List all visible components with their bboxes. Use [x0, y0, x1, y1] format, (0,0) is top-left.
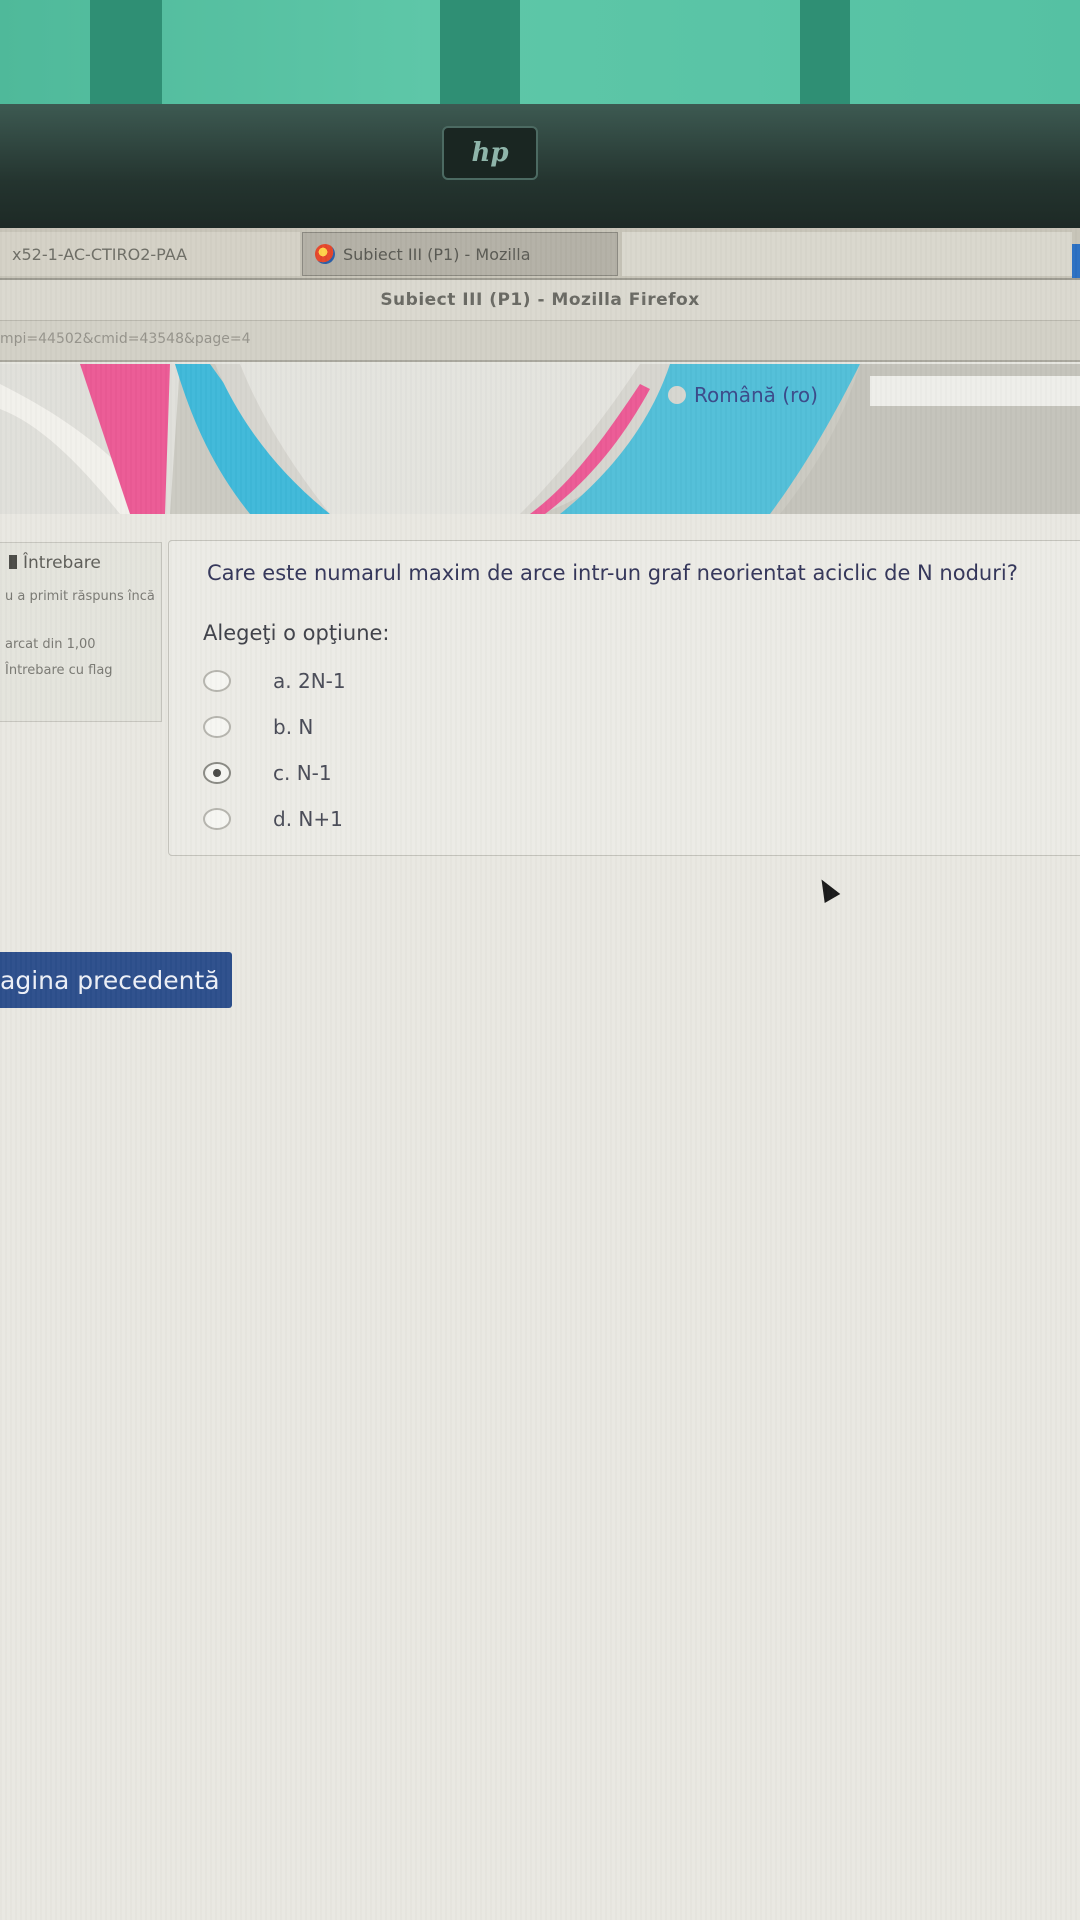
question-text: Care este numarul maxim de arce intr-un … — [207, 561, 1018, 585]
language-dot-icon — [668, 386, 686, 404]
question-status: u a primit răspuns încă — [5, 589, 155, 604]
monitor-bezel — [0, 104, 1080, 234]
page-content: Întrebare u a primit răspuns încă arcat … — [0, 514, 1080, 1920]
browser-tab-bar: x52-1-AC-CTIRO2-PAA Subiect III (P1) - M… — [0, 228, 1080, 280]
tab-label: x52-1-AC-CTIRO2-PAA — [12, 244, 188, 264]
choose-option-prompt: Alegeţi o opţiune: — [203, 621, 390, 645]
previous-page-button[interactable]: agina precedentă — [0, 952, 232, 1008]
site-header-banner: Română (ro) — [0, 364, 1080, 514]
flag-icon — [9, 555, 17, 569]
answer-option-d[interactable]: d. N+1 — [203, 801, 343, 837]
tab-label: Subiect III (P1) - Mozilla — [343, 244, 531, 264]
option-label: d. N+1 — [273, 807, 343, 831]
question-info-panel: Întrebare u a primit răspuns încă arcat … — [0, 542, 162, 722]
radio-button[interactable] — [203, 808, 231, 830]
question-box: Care este numarul maxim de arce intr-un … — [168, 540, 1080, 856]
browser-tab-1[interactable]: x52-1-AC-CTIRO2-PAA — [0, 232, 300, 276]
option-label: b. N — [273, 715, 314, 739]
wall-beam — [90, 0, 162, 118]
question-info-title: Întrebare — [23, 553, 101, 573]
question-info-heading: Întrebare — [9, 553, 101, 573]
radio-button[interactable] — [203, 716, 231, 738]
radio-dot — [213, 769, 221, 777]
option-label: a. 2N-1 — [273, 669, 346, 693]
firefox-icon — [315, 244, 335, 264]
window-title: Subiect III (P1) - Mozilla Firefox — [0, 280, 1080, 320]
answer-option-c[interactable]: c. N-1 — [203, 755, 332, 791]
photo-stage: hp x52-1-AC-CTIRO2-PAA Subiect III (P1) … — [0, 0, 1080, 1920]
hp-logo: hp — [442, 126, 538, 180]
window-edge — [1072, 244, 1080, 278]
option-label: c. N-1 — [273, 761, 332, 785]
wall-beam — [800, 0, 850, 118]
browser-tab-empty[interactable] — [622, 232, 1072, 276]
flag-question-link[interactable]: Întrebare cu flag — [5, 663, 155, 679]
url-text: mpi=44502&cmid=43548&page=4 — [0, 331, 251, 347]
answer-option-b[interactable]: b. N — [203, 709, 313, 745]
radio-button-selected[interactable] — [203, 762, 231, 784]
header-strip — [870, 376, 1080, 406]
browser-tab-active[interactable]: Subiect III (P1) - Mozilla — [302, 232, 618, 276]
language-selector[interactable]: Română (ro) — [660, 376, 834, 414]
answer-option-a[interactable]: a. 2N-1 — [203, 663, 346, 699]
monitor-screen: x52-1-AC-CTIRO2-PAA Subiect III (P1) - M… — [0, 228, 1080, 1920]
wall-beam — [440, 0, 520, 118]
wall-background — [0, 0, 1080, 118]
language-label: Română (ro) — [694, 383, 818, 407]
address-bar[interactable]: mpi=44502&cmid=43548&page=4 — [0, 320, 1080, 362]
question-mark: arcat din 1,00 — [5, 637, 96, 652]
radio-button[interactable] — [203, 670, 231, 692]
